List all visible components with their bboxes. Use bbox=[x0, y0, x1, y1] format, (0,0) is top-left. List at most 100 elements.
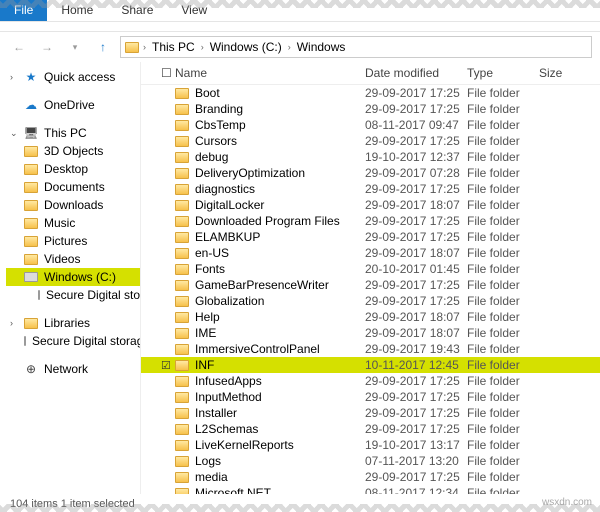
file-name: Cursors bbox=[195, 134, 237, 148]
sidebar-item[interactable]: 3D Objects bbox=[6, 142, 140, 160]
cell-date: 29-09-2017 18:07 bbox=[365, 310, 467, 324]
cell-type: File folder bbox=[467, 118, 539, 132]
tab-file[interactable]: File bbox=[0, 0, 47, 21]
table-row[interactable]: debug19-10-2017 12:37File folder bbox=[141, 149, 600, 165]
sidebar-item[interactable]: Desktop bbox=[6, 160, 140, 178]
sidebar-item[interactable]: Music bbox=[6, 214, 140, 232]
breadcrumb[interactable]: › This PC › Windows (C:) › Windows bbox=[120, 36, 592, 58]
cell-type: File folder bbox=[467, 310, 539, 324]
table-row[interactable]: Microsoft.NET 08-11-2017 12:34File folder bbox=[141, 485, 600, 494]
folder-icon bbox=[175, 200, 189, 211]
table-row[interactable]: ImmersiveControlPanel29-09-2017 19:43Fil… bbox=[141, 341, 600, 357]
sidebar-item-label: Libraries bbox=[44, 316, 90, 330]
nav-up-icon[interactable]: ↑ bbox=[92, 36, 114, 58]
column-name[interactable]: Name bbox=[175, 66, 365, 80]
row-checkbox[interactable]: ☑ bbox=[161, 359, 175, 372]
breadcrumb-item[interactable]: Windows bbox=[295, 40, 348, 54]
cell-date: 29-09-2017 17:25 bbox=[365, 278, 467, 292]
table-row[interactable]: Logs07-11-2017 13:20File folder bbox=[141, 453, 600, 469]
table-row[interactable]: L2Schemas29-09-2017 17:25File folder bbox=[141, 421, 600, 437]
sidebar-libraries[interactable]: › Libraries bbox=[6, 314, 140, 332]
table-row[interactable]: CbsTemp08-11-2017 09:47File folder bbox=[141, 117, 600, 133]
drive-icon bbox=[24, 336, 26, 346]
table-row[interactable]: Globalization29-09-2017 17:25File folder bbox=[141, 293, 600, 309]
sidebar-item-label: Downloads bbox=[44, 198, 103, 212]
sidebar-item-label: Quick access bbox=[44, 70, 115, 84]
table-row[interactable]: Downloaded Program Files29-09-2017 17:25… bbox=[141, 213, 600, 229]
cell-type: File folder bbox=[467, 438, 539, 452]
sidebar-item-label: Windows (C:) bbox=[44, 270, 116, 284]
sidebar-item[interactable]: Secure Digital storage bbox=[6, 332, 140, 350]
sidebar-item[interactable]: Videos bbox=[6, 250, 140, 268]
breadcrumb-item[interactable]: Windows (C:) bbox=[208, 40, 284, 54]
table-row[interactable]: en-US29-09-2017 18:07File folder bbox=[141, 245, 600, 261]
cell-name: en-US bbox=[175, 246, 365, 260]
cell-type: File folder bbox=[467, 454, 539, 468]
table-row[interactable]: Installer29-09-2017 17:25File folder bbox=[141, 405, 600, 421]
breadcrumb-item[interactable]: This PC bbox=[150, 40, 197, 54]
sidebar-item[interactable]: Documents bbox=[6, 178, 140, 196]
file-list[interactable]: Boot29-09-2017 17:25File folderBranding2… bbox=[141, 85, 600, 494]
table-row[interactable]: Boot29-09-2017 17:25File folder bbox=[141, 85, 600, 101]
sidebar-quick-access[interactable]: › ★ Quick access bbox=[6, 68, 140, 86]
sidebar-item[interactable]: Windows (C:) bbox=[6, 268, 140, 286]
sidebar-this-pc[interactable]: ⌄ 🖥 This PC bbox=[6, 124, 140, 142]
cell-date: 08-11-2017 12:34 bbox=[365, 486, 467, 494]
cell-name: ImmersiveControlPanel bbox=[175, 342, 365, 356]
cell-date: 29-09-2017 17:25 bbox=[365, 406, 467, 420]
table-row[interactable]: DeliveryOptimization29-09-2017 07:28File… bbox=[141, 165, 600, 181]
table-row[interactable]: InputMethod29-09-2017 17:25File folder bbox=[141, 389, 600, 405]
cell-name: Fonts bbox=[175, 262, 365, 276]
table-row[interactable]: Help29-09-2017 18:07File folder bbox=[141, 309, 600, 325]
cell-type: File folder bbox=[467, 134, 539, 148]
address-bar: ← → ▾ ↑ › This PC › Windows (C:) › Windo… bbox=[0, 32, 600, 62]
sidebar-item[interactable]: Downloads bbox=[6, 196, 140, 214]
table-row[interactable]: LiveKernelReports19-10-2017 13:17File fo… bbox=[141, 437, 600, 453]
column-type[interactable]: Type bbox=[467, 66, 539, 80]
file-name: ELAMBKUP bbox=[195, 230, 260, 244]
cell-type: File folder bbox=[467, 102, 539, 116]
chevron-down-icon: ⌄ bbox=[10, 128, 18, 139]
column-size[interactable]: Size bbox=[539, 66, 589, 80]
table-row[interactable]: InfusedApps29-09-2017 17:25File folder bbox=[141, 373, 600, 389]
sidebar-item[interactable]: Pictures bbox=[6, 232, 140, 250]
cell-name: INF bbox=[175, 358, 365, 372]
star-icon: ★ bbox=[24, 70, 38, 84]
tab-home[interactable]: Home bbox=[47, 0, 107, 21]
cell-date: 29-09-2017 18:07 bbox=[365, 326, 467, 340]
drive-icon bbox=[24, 272, 38, 282]
table-row[interactable]: IME29-09-2017 18:07File folder bbox=[141, 325, 600, 341]
sidebar-item[interactable]: Secure Digital storage bbox=[6, 286, 140, 304]
cell-type: File folder bbox=[467, 406, 539, 420]
table-row[interactable]: GameBarPresenceWriter29-09-2017 17:25Fil… bbox=[141, 277, 600, 293]
nav-back-icon[interactable]: ← bbox=[8, 36, 30, 58]
column-headers: ☐ Name Date modified Type Size bbox=[141, 62, 600, 85]
cell-type: File folder bbox=[467, 486, 539, 494]
table-row[interactable]: media29-09-2017 17:25File folder bbox=[141, 469, 600, 485]
table-row[interactable]: ☑INF10-11-2017 12:45File folder bbox=[141, 357, 600, 373]
cell-type: File folder bbox=[467, 150, 539, 164]
nav-recent-icon[interactable]: ▾ bbox=[64, 36, 86, 58]
table-row[interactable]: diagnostics29-09-2017 17:25File folder bbox=[141, 181, 600, 197]
cloud-icon: ☁ bbox=[24, 98, 38, 112]
table-row[interactable]: Branding29-09-2017 17:25File folder bbox=[141, 101, 600, 117]
sidebar-item-label: This PC bbox=[44, 126, 87, 140]
file-name: diagnostics bbox=[195, 182, 255, 196]
file-name: Microsoft.NET bbox=[195, 486, 271, 494]
tab-view[interactable]: View bbox=[167, 0, 221, 21]
cell-type: File folder bbox=[467, 246, 539, 260]
cell-name: Downloaded Program Files bbox=[175, 214, 365, 228]
ribbon-body bbox=[0, 22, 600, 32]
sidebar-onedrive[interactable]: ☁ OneDrive bbox=[6, 96, 140, 114]
sidebar-network[interactable]: ⊕ Network bbox=[6, 360, 140, 378]
tab-share[interactable]: Share bbox=[107, 0, 167, 21]
watermark: wsxdn.com bbox=[542, 497, 592, 508]
table-row[interactable]: DigitalLocker29-09-2017 18:07File folder bbox=[141, 197, 600, 213]
table-row[interactable]: Fonts20-10-2017 01:45File folder bbox=[141, 261, 600, 277]
header-checkbox[interactable]: ☐ bbox=[161, 66, 175, 80]
folder-icon bbox=[175, 392, 189, 403]
table-row[interactable]: Cursors29-09-2017 17:25File folder bbox=[141, 133, 600, 149]
table-row[interactable]: ELAMBKUP29-09-2017 17:25File folder bbox=[141, 229, 600, 245]
cell-date: 29-09-2017 19:43 bbox=[365, 342, 467, 356]
column-date[interactable]: Date modified bbox=[365, 66, 467, 80]
